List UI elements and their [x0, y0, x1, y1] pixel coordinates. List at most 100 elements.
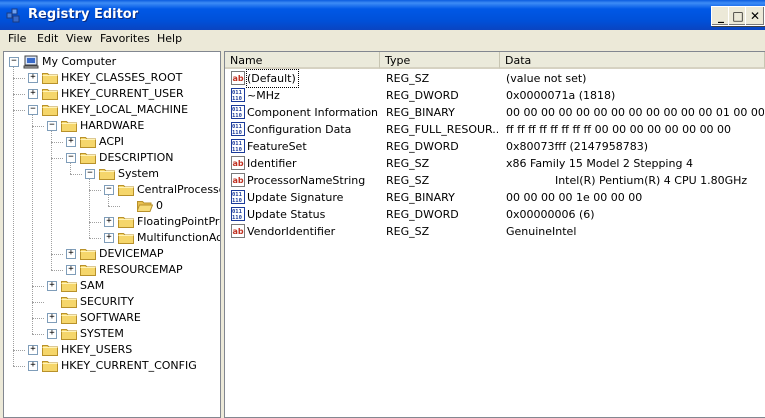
value-data: 0x0000071a (1818)	[506, 89, 616, 102]
tree-connector	[32, 334, 44, 335]
tree-node[interactable]: + ACPI	[4, 134, 220, 150]
expand-icon[interactable]: +	[28, 345, 38, 355]
value-name: ~MHz	[247, 89, 280, 102]
tree-node-label: SECURITY	[80, 295, 134, 308]
expand-icon[interactable]: +	[104, 217, 114, 227]
folder-icon	[61, 311, 77, 324]
expand-icon[interactable]: +	[28, 361, 38, 371]
value-name: Component Information	[247, 106, 379, 119]
value-name: Configuration Data	[247, 123, 352, 136]
menu-file[interactable]: File	[8, 32, 26, 45]
value-row[interactable]: ab Identifier REG_SZ x86 Family 15 Model 2 …	[225, 155, 765, 172]
folder-icon	[42, 87, 58, 100]
column-header-name[interactable]: Name	[225, 52, 380, 69]
string-value-icon: ab	[231, 224, 245, 238]
folder-icon	[61, 327, 77, 340]
value-data: GenuineIntel	[506, 225, 577, 238]
binary-value-icon: 011 110	[231, 88, 245, 102]
tree-node[interactable]: + HKEY_CLASSES_ROOT	[4, 70, 220, 86]
collapse-icon[interactable]: −	[28, 105, 38, 115]
tree-connector	[32, 126, 44, 127]
expand-icon[interactable]: +	[47, 281, 57, 291]
value-data: (value not set)	[506, 72, 587, 85]
folder-icon	[61, 279, 77, 292]
tree-node[interactable]: + SAM	[4, 278, 220, 294]
column-header-type[interactable]: Type	[380, 52, 500, 69]
tree-node-label: System	[118, 167, 160, 180]
collapse-icon[interactable]: −	[66, 153, 76, 163]
tree-connector	[89, 238, 101, 239]
tree-node[interactable]: − CentralProcessor	[4, 182, 220, 198]
tree-node-label: DEVICEMAP	[99, 247, 164, 260]
folder-icon	[61, 119, 77, 132]
column-header-data[interactable]: Data	[500, 52, 765, 69]
tree-connector	[13, 350, 25, 351]
menu-favorites[interactable]: Favorites	[100, 32, 150, 45]
tree-node-label: CentralProcessor	[137, 183, 221, 196]
tree-node[interactable]: + RESOURCEMAP	[4, 262, 220, 278]
tree-connector	[13, 94, 25, 95]
title-bar[interactable]: Registry Editor _ □ ✕	[0, 0, 765, 30]
collapse-icon[interactable]: −	[47, 121, 57, 131]
registry-tree-pane[interactable]: − My Computer + HKEY_CLASSES_ROOT + HKEY_CURR…	[3, 51, 221, 418]
tree-node[interactable]: + DEVICEMAP	[4, 246, 220, 262]
value-row[interactable]: 011 110 ~MHz REG_DWORD 0x0000071a (1818)	[225, 87, 765, 104]
values-list-pane[interactable]: Name Type Data ab (Default) REG_SZ (value n…	[224, 51, 765, 418]
value-row[interactable]: 011 110 Component Information REG_BINARY 00 …	[225, 104, 765, 121]
collapse-icon[interactable]: −	[85, 169, 95, 179]
tree-node[interactable]: + HKEY_CURRENT_CONFIG	[4, 358, 220, 374]
tree-connector	[32, 286, 44, 287]
expand-icon[interactable]: +	[66, 265, 76, 275]
tree-node[interactable]: + MultifunctionAdapter	[4, 230, 220, 246]
expand-icon[interactable]: +	[47, 313, 57, 323]
close-button[interactable]: ✕	[745, 6, 765, 26]
value-row[interactable]: 011 110 Configuration Data REG_FULL_RESOUR.…	[225, 121, 765, 138]
svg-text:ab: ab	[233, 159, 244, 168]
tree-node[interactable]: + SOFTWARE	[4, 310, 220, 326]
tree-node[interactable]: + HKEY_USERS	[4, 342, 220, 358]
value-row[interactable]: 011 110 Update Signature REG_BINARY 00 00 00…	[225, 189, 765, 206]
collapse-icon[interactable]: −	[104, 185, 114, 195]
svg-text:110: 110	[232, 96, 242, 102]
collapse-icon[interactable]: −	[9, 57, 19, 67]
value-row[interactable]: ab VendorIdentifier REG_SZ GenuineIntel	[225, 223, 765, 240]
binary-value-icon: 011 110	[231, 139, 245, 153]
tree-node[interactable]: + FloatingPointProcessor	[4, 214, 220, 230]
tree-node[interactable]: − My Computer	[4, 54, 220, 70]
expand-icon[interactable]: +	[28, 73, 38, 83]
expand-icon[interactable]: +	[47, 329, 57, 339]
tree-node-label: HKEY_CLASSES_ROOT	[61, 71, 183, 84]
tree-node-label: 0	[156, 199, 163, 212]
value-name: Update Status	[247, 208, 326, 221]
value-data: 0x00000006 (6)	[506, 208, 595, 221]
expand-icon[interactable]: +	[66, 137, 76, 147]
tree-node[interactable]: + SYSTEM	[4, 326, 220, 342]
svg-text:110: 110	[232, 198, 242, 204]
svg-text:110: 110	[232, 130, 242, 136]
value-type: REG_BINARY	[386, 191, 455, 204]
tree-node[interactable]: − DESCRIPTION	[4, 150, 220, 166]
svg-text:ab: ab	[233, 227, 244, 236]
value-row[interactable]: 011 110 Update Status REG_DWORD 0x00000006 (…	[225, 206, 765, 223]
tree-node[interactable]: − HARDWARE	[4, 118, 220, 134]
tree-node[interactable]: − HKEY_LOCAL_MACHINE	[4, 102, 220, 118]
tree-node[interactable]: + HKEY_CURRENT_USER	[4, 86, 220, 102]
expand-icon[interactable]: +	[104, 233, 114, 243]
value-row[interactable]: ab (Default) REG_SZ (value not set)	[225, 69, 765, 88]
tree-node-label: HKEY_USERS	[61, 343, 133, 356]
tree-node[interactable]: SECURITY	[4, 294, 220, 310]
value-type: REG_DWORD	[386, 140, 459, 153]
tree-node-label: HKEY_CURRENT_CONFIG	[61, 359, 197, 372]
value-row[interactable]: ab ProcessorNameString REG_SZ Intel(R) Pen…	[225, 172, 765, 189]
svg-text:110: 110	[232, 215, 242, 221]
tree-node-label: ACPI	[99, 135, 124, 148]
value-row[interactable]: 011 110 FeatureSet REG_DWORD 0x80073fff (214…	[225, 138, 765, 155]
menu-view[interactable]: View	[66, 32, 92, 45]
menu-help[interactable]: Help	[157, 32, 182, 45]
expand-icon[interactable]: +	[66, 249, 76, 259]
expand-icon[interactable]: +	[28, 89, 38, 99]
menu-edit[interactable]: Edit	[37, 32, 58, 45]
tree-node[interactable]: 0	[4, 198, 220, 214]
value-type: REG_SZ	[386, 225, 430, 238]
tree-node[interactable]: − System	[4, 166, 220, 182]
